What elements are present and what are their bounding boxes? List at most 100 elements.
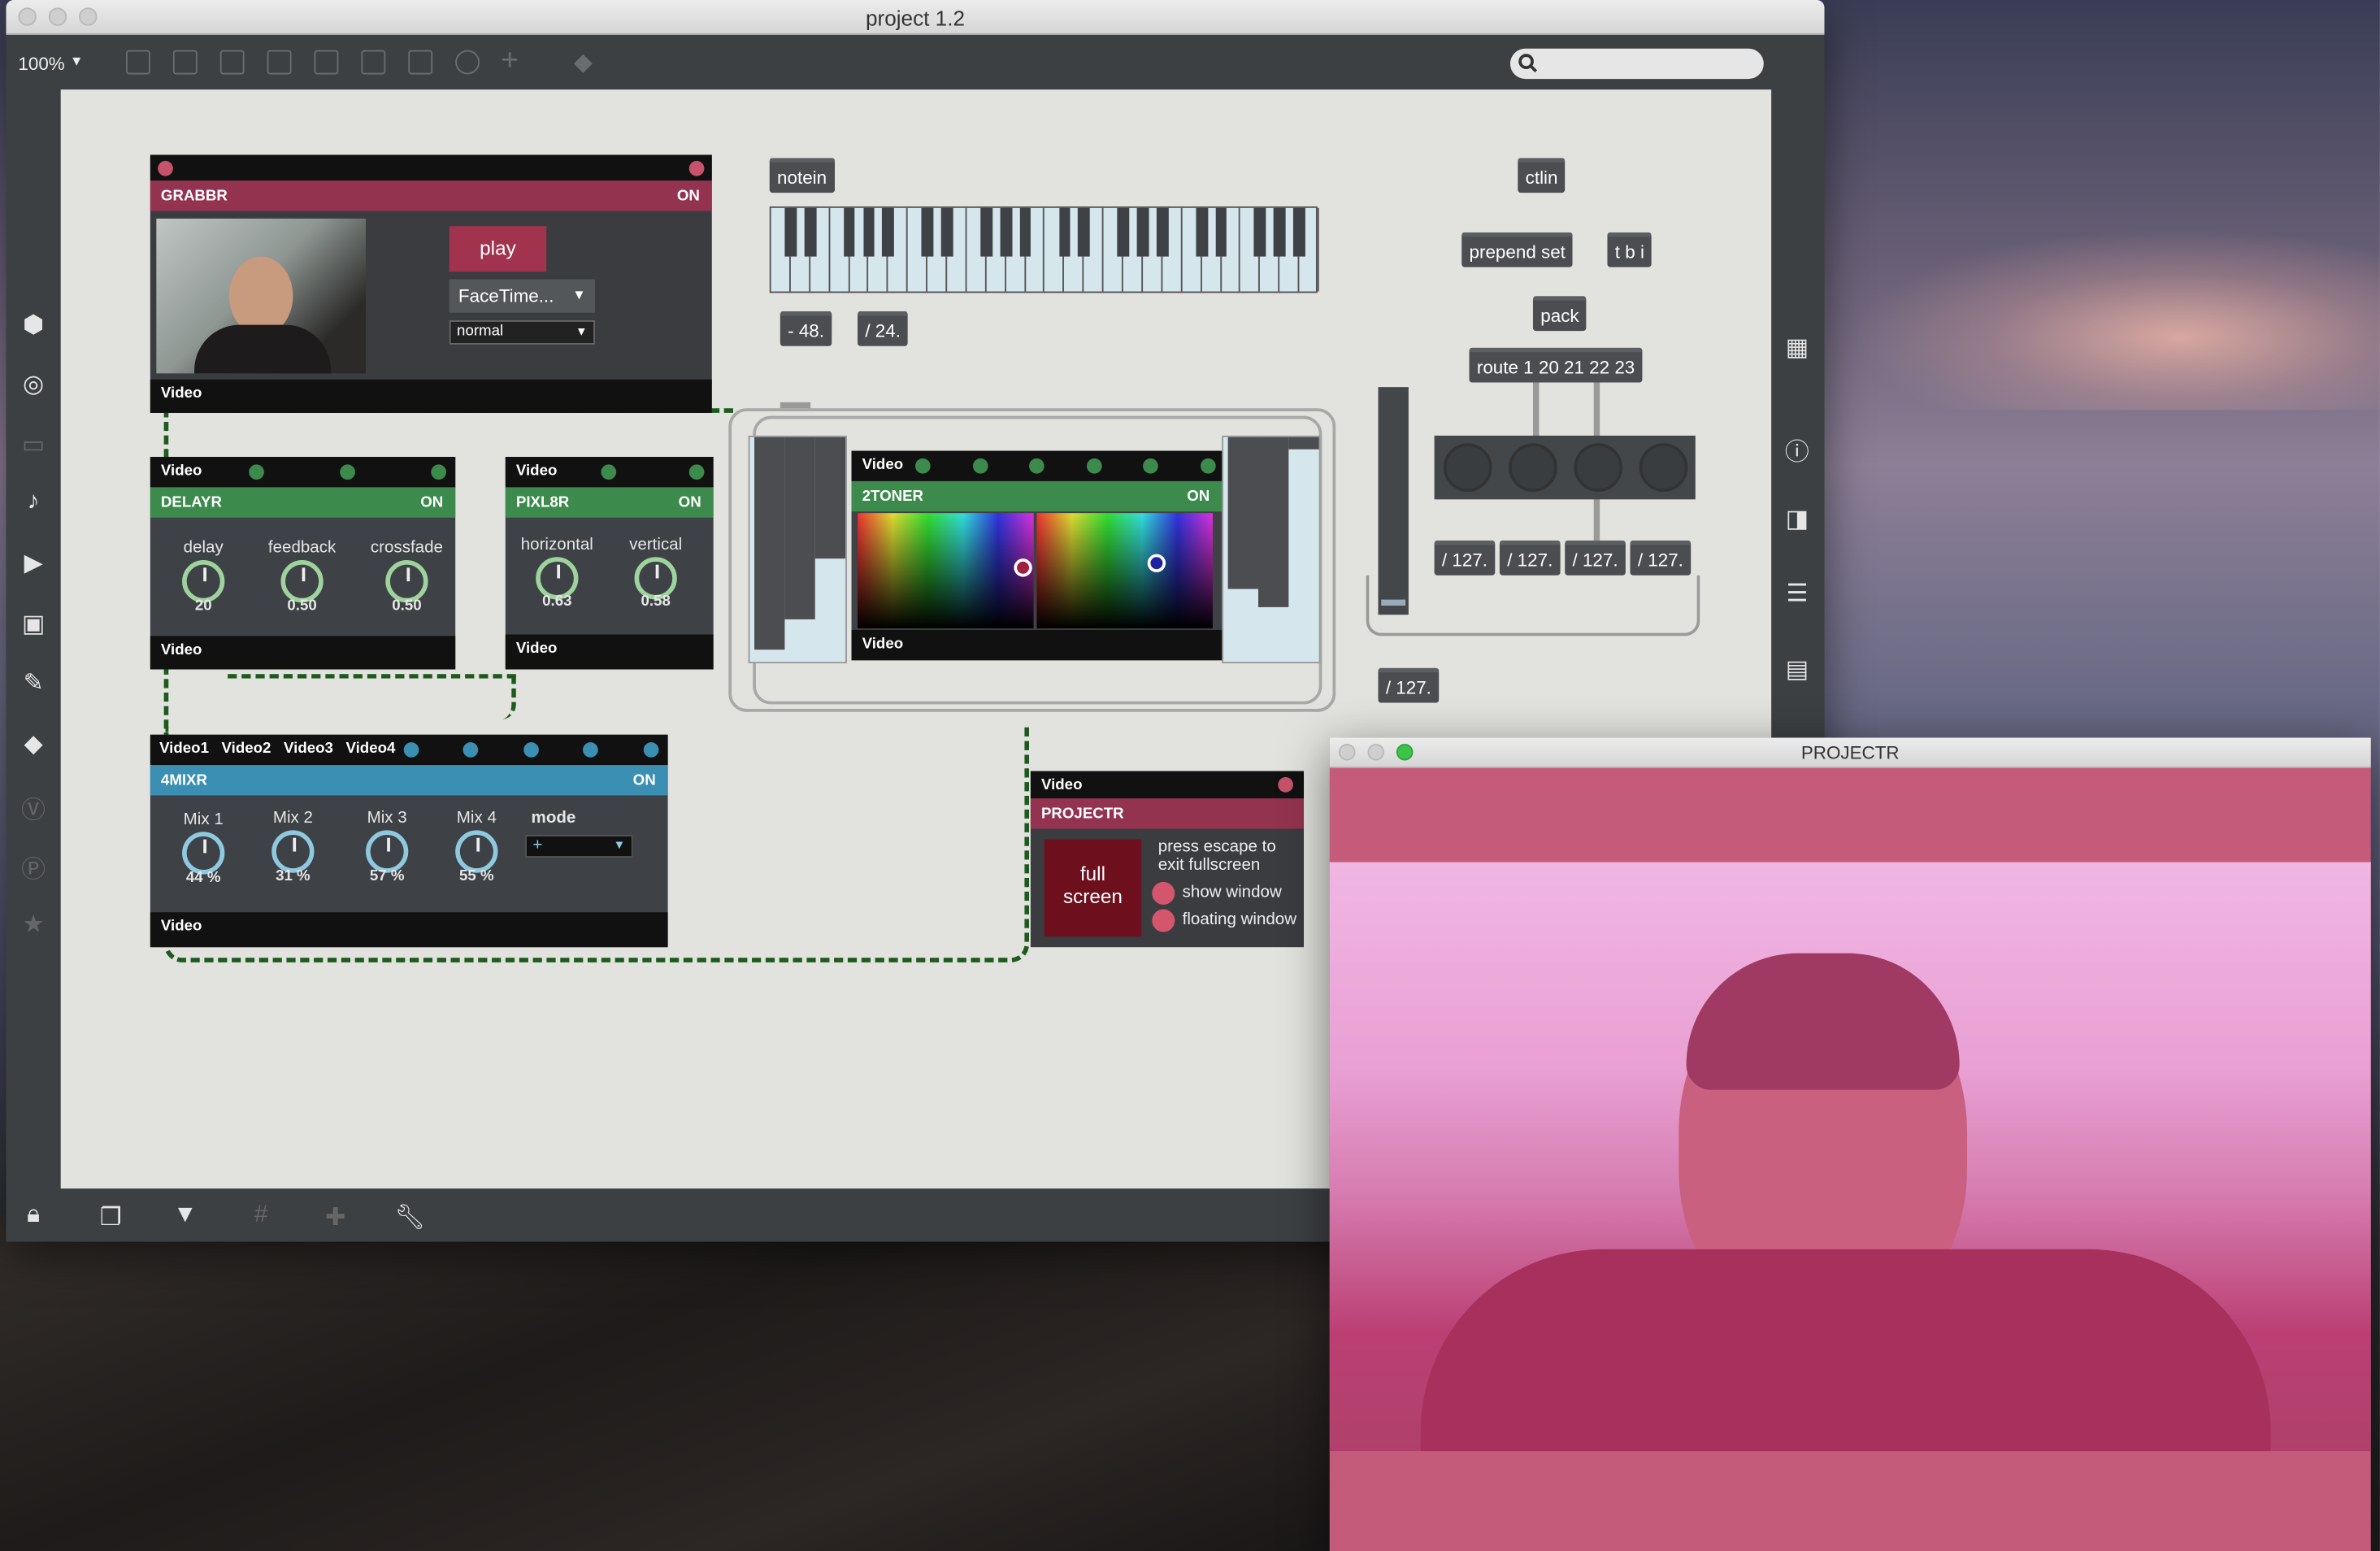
- black-key[interactable]: [862, 207, 875, 257]
- p-icon[interactable]: Ⓟ: [18, 849, 48, 885]
- book-icon[interactable]: ▤: [1782, 654, 1812, 684]
- color-picker-1[interactable]: [858, 513, 1034, 629]
- dial[interactable]: [1639, 443, 1688, 493]
- black-key[interactable]: [1215, 207, 1227, 257]
- inlet-dot[interactable]: [643, 742, 659, 758]
- black-key[interactable]: [1156, 207, 1169, 257]
- inlet-dot[interactable]: [601, 464, 617, 480]
- inlet-dot[interactable]: [583, 742, 598, 758]
- lock-icon[interactable]: 🔒︎: [18, 1202, 48, 1230]
- multislider-right[interactable]: [1222, 435, 1321, 664]
- play-button[interactable]: play: [449, 226, 547, 272]
- black-key[interactable]: [882, 207, 895, 257]
- presentation-icon[interactable]: ▼: [170, 1202, 200, 1230]
- black-key[interactable]: [980, 207, 992, 257]
- message-icon[interactable]: [172, 50, 198, 75]
- tbi-object[interactable]: t b i: [1607, 232, 1653, 267]
- black-key[interactable]: [1293, 207, 1305, 257]
- comment-icon[interactable]: [219, 50, 245, 75]
- grabbr-on-toggle[interactable]: ON: [677, 189, 700, 206]
- plug-icon[interactable]: ◆: [18, 728, 48, 758]
- show-window-toggle[interactable]: [1152, 881, 1175, 905]
- target-icon[interactable]: ◎: [18, 369, 48, 399]
- div127-object[interactable]: / 127.: [1378, 667, 1440, 703]
- black-key[interactable]: [1058, 207, 1071, 257]
- piano-keyboard[interactable]: [769, 206, 1319, 293]
- mix3-knob[interactable]: [366, 830, 409, 873]
- div127-object[interactable]: / 127.: [1630, 540, 1692, 576]
- multislider-left[interactable]: [748, 435, 847, 664]
- minus48-object[interactable]: - 48.: [780, 311, 832, 346]
- div24-object[interactable]: / 24.: [858, 311, 909, 346]
- paint-bucket-icon[interactable]: ◆: [574, 47, 593, 77]
- device-select[interactable]: FaceTime... ▼: [449, 279, 595, 313]
- grid-snap-icon[interactable]: #: [246, 1202, 276, 1230]
- mixr-header[interactable]: 4MIXR ON: [150, 765, 668, 796]
- black-key[interactable]: [1136, 207, 1149, 257]
- search-input[interactable]: [1509, 48, 1764, 80]
- inspector-icon[interactable]: ◨: [1782, 504, 1812, 534]
- black-key[interactable]: [843, 207, 856, 257]
- mix4-knob[interactable]: [455, 830, 498, 873]
- zoom-level[interactable]: 100%: [18, 53, 64, 74]
- projector-title-bar[interactable]: PROJECTR: [1329, 737, 2371, 768]
- feedback-knob[interactable]: [280, 560, 324, 603]
- black-key[interactable]: [1078, 207, 1090, 257]
- prepend-object[interactable]: prepend set: [1461, 232, 1574, 267]
- inlet-dot[interactable]: [403, 742, 419, 758]
- inlet-dot[interactable]: [914, 458, 931, 474]
- inlet-dot[interactable]: [1143, 458, 1158, 474]
- new-view-icon[interactable]: ✚: [320, 1202, 350, 1232]
- v-icon[interactable]: Ⓥ: [18, 789, 48, 826]
- route-object[interactable]: route 1 20 21 22 23: [1469, 347, 1643, 383]
- black-key[interactable]: [804, 207, 816, 257]
- toggle-icon[interactable]: [267, 50, 292, 75]
- mixr-on-toggle[interactable]: ON: [633, 772, 656, 789]
- projectr-header[interactable]: PROJECTR: [1030, 798, 1305, 829]
- twotoner-on-toggle[interactable]: ON: [1187, 489, 1210, 506]
- inlet-dot[interactable]: [463, 742, 479, 758]
- color-picker-2[interactable]: [1036, 513, 1213, 629]
- div127-object[interactable]: / 127.: [1434, 540, 1496, 576]
- inlet-dot[interactable]: [340, 464, 355, 480]
- slider-thumb[interactable]: [1381, 599, 1406, 606]
- wrench-icon[interactable]: 🔧︎: [394, 1202, 425, 1232]
- star-icon[interactable]: ★: [18, 910, 48, 940]
- floating-window-toggle[interactable]: [1152, 909, 1175, 932]
- div127-object[interactable]: / 127.: [1565, 540, 1626, 576]
- delayr-on-toggle[interactable]: ON: [420, 495, 443, 512]
- inlet-dot[interactable]: [1086, 458, 1102, 474]
- twotoner-header[interactable]: 2TONER ON: [851, 480, 1223, 512]
- black-key[interactable]: [1000, 207, 1012, 257]
- plus-icon[interactable]: +: [501, 44, 519, 79]
- object-icon[interactable]: [125, 50, 150, 75]
- dial[interactable]: [1574, 443, 1623, 493]
- fullscreen-button[interactable]: full screen: [1044, 839, 1142, 937]
- grid-icon[interactable]: ▦: [1782, 332, 1812, 363]
- vertical-slider[interactable]: [1378, 387, 1409, 615]
- grabbr-header[interactable]: GRABBR ON: [150, 180, 712, 211]
- delayr-header[interactable]: DELAYR ON: [150, 487, 456, 518]
- play-icon[interactable]: [361, 50, 386, 75]
- cube-icon[interactable]: ⬢: [18, 310, 48, 340]
- inlet-dot[interactable]: [249, 464, 264, 480]
- black-key[interactable]: [784, 207, 797, 257]
- dial[interactable]: [1443, 443, 1492, 493]
- black-key[interactable]: [941, 207, 953, 257]
- black-key[interactable]: [1117, 207, 1130, 257]
- music-note-icon[interactable]: ♪: [18, 489, 48, 516]
- info-icon[interactable]: ⓘ: [1782, 431, 1812, 467]
- inlet-dot[interactable]: [688, 160, 705, 176]
- mix1-knob[interactable]: [182, 832, 225, 875]
- black-key[interactable]: [1195, 207, 1208, 257]
- delay-knob[interactable]: [182, 560, 225, 603]
- dial[interactable]: [1509, 443, 1557, 493]
- inlet-dot[interactable]: [972, 458, 988, 474]
- crossfade-knob[interactable]: [385, 560, 428, 603]
- mixr-mode-select[interactable]: + ▼: [525, 835, 633, 858]
- mode-select[interactable]: normal ▼: [449, 320, 595, 345]
- mix2-knob[interactable]: [271, 830, 315, 873]
- inlet-dot[interactable]: [431, 464, 446, 480]
- slider-icon[interactable]: [408, 50, 433, 75]
- dial-icon[interactable]: [455, 50, 480, 75]
